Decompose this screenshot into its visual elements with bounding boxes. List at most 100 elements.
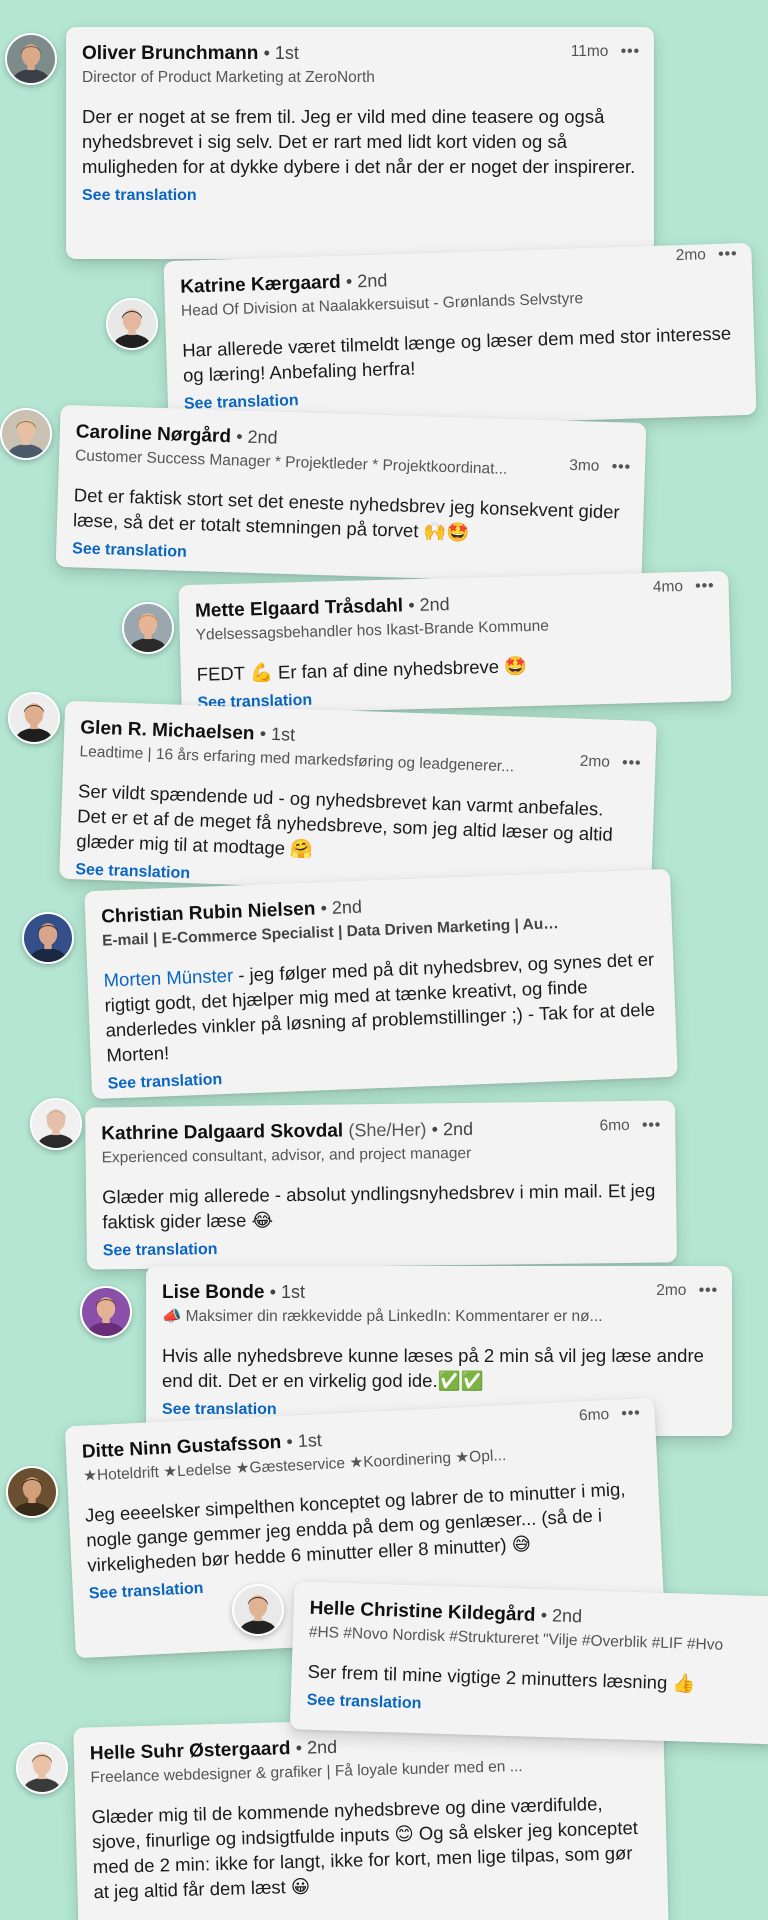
commenter-name[interactable]: Oliver Brunchmann bbox=[82, 43, 258, 64]
comment-header: Kathrine Dalgaard Skovdal (She/Her) • 2n… bbox=[101, 1115, 661, 1169]
commenter-name[interactable]: Katrine Kærgaard bbox=[180, 272, 341, 298]
avatar[interactable] bbox=[0, 408, 52, 460]
connection-degree: • 2nd bbox=[345, 270, 388, 292]
connection-degree: • 2nd bbox=[235, 426, 278, 448]
commenter-name[interactable]: Christian Rubin Nielsen bbox=[101, 898, 316, 927]
comment-card: Christian Rubin Nielsen • 2nd E-mail | E… bbox=[84, 868, 678, 1100]
avatar[interactable] bbox=[8, 692, 60, 744]
comment-header: Mette Elgaard Tråsdahl • 2nd Ydelsessags… bbox=[195, 577, 715, 645]
avatar[interactable] bbox=[22, 912, 74, 964]
more-options-icon[interactable]: ••• bbox=[642, 1117, 661, 1135]
comment-text: FEDT 💪 Er fan af dine nyhedsbreve 🤩 bbox=[196, 655, 528, 685]
person-silhouette-icon bbox=[2, 410, 50, 458]
comment-timestamp: 3mo bbox=[569, 456, 600, 475]
see-translation-link[interactable]: See translation bbox=[103, 1236, 659, 1261]
commenter-name[interactable]: Glen R. Michaelsen bbox=[80, 717, 255, 744]
person-silhouette-icon bbox=[7, 35, 55, 83]
person-silhouette-icon bbox=[234, 1586, 282, 1634]
person-silhouette-icon bbox=[124, 604, 172, 652]
comment-text: Der er noget at se frem til. Jeg er vild… bbox=[82, 106, 636, 177]
avatar[interactable] bbox=[80, 1286, 132, 1338]
comment-card: Glen R. Michaelsen • 1st Leadtime | 16 å… bbox=[59, 700, 657, 900]
comment-header: Christian Rubin Nielsen • 2nd E-mail | E… bbox=[101, 884, 654, 952]
more-options-icon[interactable]: ••• bbox=[699, 1282, 718, 1300]
comment-text: Glæder mig allerede - absolut yndlingsny… bbox=[101, 1179, 656, 1233]
see-translation-link[interactable]: See translation bbox=[306, 1692, 768, 1727]
commenter-name[interactable]: Helle Christine Kildegård bbox=[309, 1598, 536, 1626]
more-options-icon[interactable]: ••• bbox=[621, 43, 640, 61]
comment-meta: 4mo ••• bbox=[653, 577, 715, 597]
comment-card: Oliver Brunchmann • 1st Director of Prod… bbox=[66, 27, 654, 259]
connection-degree: • 1st bbox=[269, 1282, 306, 1302]
connection-degree: • 2nd bbox=[540, 1604, 583, 1627]
comment-header: Katrine Kærgaard • 2nd Head Of Division … bbox=[180, 245, 738, 321]
comment-meta: 3mo ••• bbox=[569, 457, 631, 477]
connection-degree: • 1st bbox=[263, 43, 299, 63]
comment-text: Morten Münster - jeg følger med på dit n… bbox=[103, 948, 656, 1066]
person-silhouette-icon bbox=[18, 1744, 66, 1792]
connection-degree: • 2nd bbox=[408, 594, 450, 616]
commenter-headline: Director of Product Marketing at ZeroNor… bbox=[82, 69, 375, 86]
person-silhouette-icon bbox=[8, 1468, 56, 1516]
comment-text: Hvis alle nyhedsbreve kunne læses på 2 m… bbox=[162, 1345, 704, 1391]
comment-card: Helle Suhr Østergaard • 2nd Freelance we… bbox=[73, 1712, 669, 1920]
commenter-name[interactable]: Mette Elgaard Tråsdahl bbox=[195, 595, 403, 621]
more-options-icon[interactable]: ••• bbox=[621, 1404, 641, 1423]
connection-degree: • 2nd bbox=[295, 1736, 338, 1758]
commenter-headline: 📣 Maksimer din rækkevidde på LinkedIn: K… bbox=[162, 1308, 603, 1325]
comment-header: Ditte Ninn Gustafsson • 1st ★Hoteldrift … bbox=[81, 1404, 641, 1487]
avatar[interactable] bbox=[6, 1466, 58, 1518]
comment-timestamp: 4mo bbox=[652, 578, 684, 596]
more-options-icon[interactable]: ••• bbox=[622, 754, 642, 773]
mention-link[interactable]: Morten Münster bbox=[103, 965, 233, 991]
comment-meta: 6mo ••• bbox=[579, 1404, 642, 1425]
comment-meta: 2mo ••• bbox=[656, 1282, 718, 1300]
connection-degree: • 2nd bbox=[320, 896, 363, 919]
comments-collage: Oliver Brunchmann • 1st Director of Prod… bbox=[0, 0, 768, 1920]
comment-timestamp: 2mo bbox=[656, 1282, 687, 1299]
person-silhouette-icon bbox=[10, 694, 58, 742]
comment-text: Har allerede været tilmeldt længe og læs… bbox=[181, 322, 732, 386]
person-silhouette-icon bbox=[82, 1288, 130, 1336]
comment-card: Mette Elgaard Tråsdahl • 2nd Ydelsessags… bbox=[178, 570, 732, 716]
connection-degree: • 2nd bbox=[431, 1118, 474, 1140]
more-options-icon[interactable]: ••• bbox=[718, 245, 738, 264]
comment-timestamp: 6mo bbox=[578, 1405, 610, 1425]
person-silhouette-icon bbox=[108, 300, 156, 348]
pronouns: (She/Her) bbox=[348, 1119, 427, 1141]
comment-text: Glæder mig til de kommende nyhedsbreve o… bbox=[91, 1792, 639, 1903]
comment-timestamp: 6mo bbox=[599, 1116, 630, 1135]
commenter-name[interactable]: Caroline Nørgård bbox=[76, 421, 232, 447]
comment-meta: 2mo ••• bbox=[676, 245, 738, 265]
comment-timestamp: 11mo bbox=[570, 43, 609, 60]
connection-degree: • 1st bbox=[259, 723, 296, 745]
comment-meta: 11mo ••• bbox=[571, 43, 640, 61]
comment-timestamp: 2mo bbox=[675, 246, 707, 265]
comment-header: Glen R. Michaelsen • 1st Leadtime | 16 å… bbox=[79, 715, 642, 781]
avatar[interactable] bbox=[30, 1098, 82, 1150]
more-options-icon[interactable]: ••• bbox=[695, 577, 715, 595]
avatar[interactable] bbox=[232, 1584, 284, 1636]
comment-text: Ser vildt spændende ud - og nyhedsbrevet… bbox=[76, 780, 614, 860]
comment-meta: 6mo ••• bbox=[599, 1117, 661, 1136]
comment-text: Det er faktisk stort set det eneste nyhe… bbox=[72, 484, 620, 543]
commenter-name[interactable]: Kathrine Dalgaard Skovdal bbox=[101, 1120, 343, 1144]
more-options-icon[interactable]: ••• bbox=[611, 458, 631, 477]
comment-header: Caroline Nørgård • 2nd Customer Success … bbox=[75, 419, 631, 483]
commenter-name[interactable]: Lise Bonde bbox=[162, 1282, 264, 1303]
comment-meta: 2mo ••• bbox=[579, 753, 641, 773]
comment-card: Kathrine Dalgaard Skovdal (She/Her) • 2n… bbox=[85, 1100, 677, 1270]
comment-header: Helle Christine Kildegård • 2nd #HS #Nov… bbox=[309, 1596, 768, 1659]
comment-header: Oliver Brunchmann • 1st Director of Prod… bbox=[82, 41, 639, 88]
avatar[interactable] bbox=[5, 33, 57, 85]
avatar[interactable] bbox=[106, 298, 158, 350]
avatar[interactable] bbox=[122, 602, 174, 654]
commenter-headline: Experienced consultant, advisor, and pro… bbox=[101, 1144, 472, 1167]
person-silhouette-icon bbox=[24, 914, 72, 962]
person-silhouette-icon bbox=[32, 1100, 80, 1148]
see-translation-link[interactable]: See translation bbox=[82, 187, 636, 205]
avatar[interactable] bbox=[16, 1742, 68, 1794]
commenter-name[interactable]: Helle Suhr Østergaard bbox=[90, 1738, 291, 1764]
comment-card: Caroline Nørgård • 2nd Customer Success … bbox=[55, 404, 647, 586]
connection-degree: • 1st bbox=[286, 1430, 323, 1452]
